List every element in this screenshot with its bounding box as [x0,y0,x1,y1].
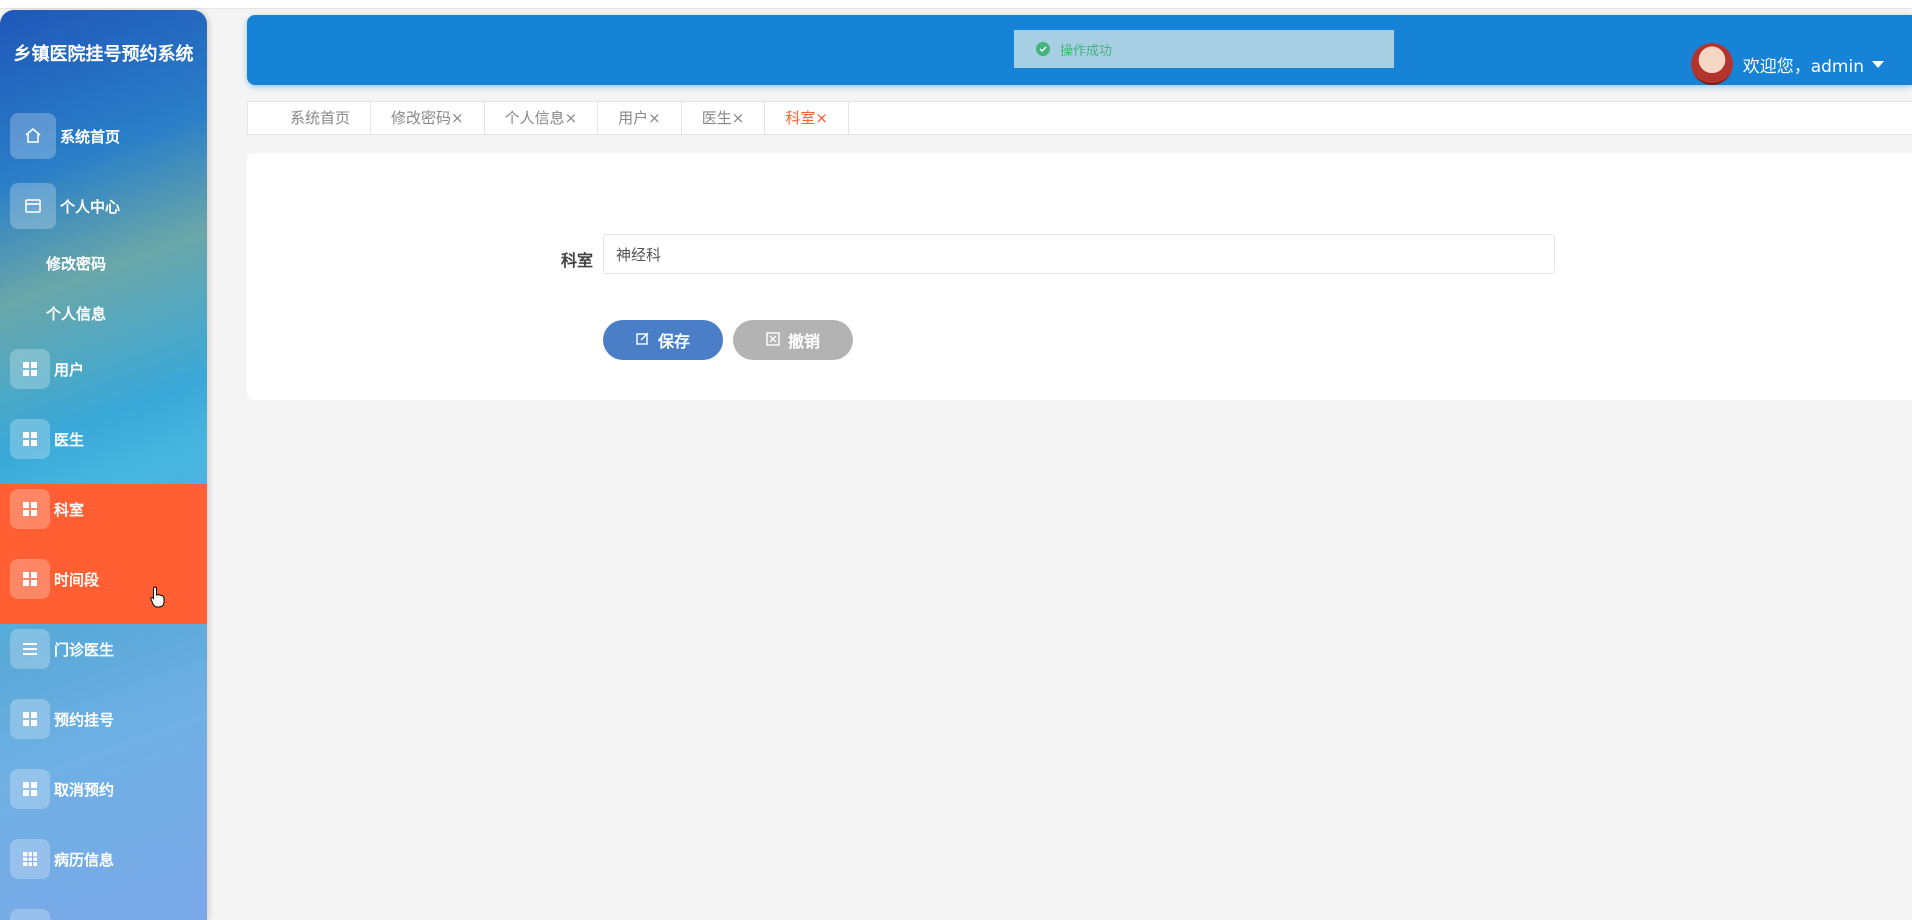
submenu-personal-info[interactable]: 个人信息 [46,294,106,334]
success-toast: 操作成功 [1014,30,1394,68]
sidebar-item-label: 科室 [54,500,85,519]
sidebar: 乡镇医院挂号预约系统 系统首页 个人中心 修改密码 个人信息 用户 医生 科室 [0,10,207,920]
app-title: 乡镇医院挂号预约系统 [13,44,194,65]
grid-icon [10,349,50,389]
sidebar-item-doctors[interactable]: 医生 [0,404,207,474]
grid-icon [10,699,50,739]
sidebar-item-label: 用户 [54,360,85,379]
grid-icon [10,769,50,809]
sidebar-item-label: 系统首页 [60,127,121,146]
top-edge [0,0,1912,9]
tab-bar: 系统首页 修改密码× 个人信息× 用户× 医生× 科室× [247,101,1912,135]
user-menu[interactable]: 欢迎您，admin [1690,43,1884,85]
grid-icon [10,419,50,459]
save-button[interactable]: 保存 [603,320,723,360]
sidebar-item-label: 取消预约 [54,780,115,799]
sidebar-item-label: 病历信息 [54,850,115,869]
submenu-change-password[interactable]: 修改密码 [46,244,106,284]
caret-down-icon [1872,60,1884,68]
grid-icon [10,559,50,599]
tab-change-password[interactable]: 修改密码× [371,102,485,134]
hand-cursor-icon [150,586,166,612]
sidebar-item-time-slots[interactable]: 时间段 [0,544,207,614]
sidebar-item-label: 预约挂号 [54,710,115,729]
tab-doctors[interactable]: 医生× [682,102,766,134]
sidebar-item-label: 医生 [54,430,85,449]
sidebar-item-personal-center[interactable]: 个人中心 [0,171,207,241]
sidebar-item-departments[interactable]: 科室 [0,474,207,544]
cancel-button[interactable]: 撤销 [733,320,853,360]
department-input[interactable] [603,234,1555,274]
tab-home[interactable]: 系统首页 [270,102,372,134]
home-icon [10,113,56,159]
save-button-label: 保存 [657,332,690,351]
grid-icon [10,489,50,529]
close-box-icon [766,331,780,350]
sidebar-item-home[interactable]: 系统首页 [0,101,207,171]
sidebar-item-label: 个人中心 [60,197,121,216]
sidebar-item-appointments[interactable]: 预约挂号 [0,684,207,754]
tab-departments[interactable]: 科室× [765,102,849,134]
card-icon [10,183,56,229]
sidebar-item-cancel-appointment[interactable]: 取消预约 [0,754,207,824]
sidebar-item-label: 时间段 [54,570,100,589]
welcome-text: 欢迎您，admin [1742,56,1864,77]
check-circle-icon [1036,42,1050,56]
tab-users[interactable]: 用户× [598,102,682,134]
tab-personal-info[interactable]: 个人信息× [485,102,599,134]
top-header: 操作成功 欢迎您，admin [247,15,1912,85]
table-icon [10,839,50,879]
list-icon [10,629,50,669]
sidebar-item-users[interactable]: 用户 [0,334,207,404]
sidebar-item-medical-records[interactable]: 病历信息 [0,824,207,894]
avatar [1690,43,1733,85]
grid-icon [10,909,50,920]
sidebar-item-outpatient-doctors[interactable]: 门诊医生 [0,614,207,684]
cancel-button-label: 撤销 [787,332,820,351]
sidebar-item-label: 门诊医生 [54,640,115,659]
form-panel [247,153,1912,400]
department-label: 科室 [560,251,593,270]
edit-icon [636,331,650,350]
toast-message: 操作成功 [1060,43,1113,59]
sidebar-item-more[interactable] [0,894,207,920]
